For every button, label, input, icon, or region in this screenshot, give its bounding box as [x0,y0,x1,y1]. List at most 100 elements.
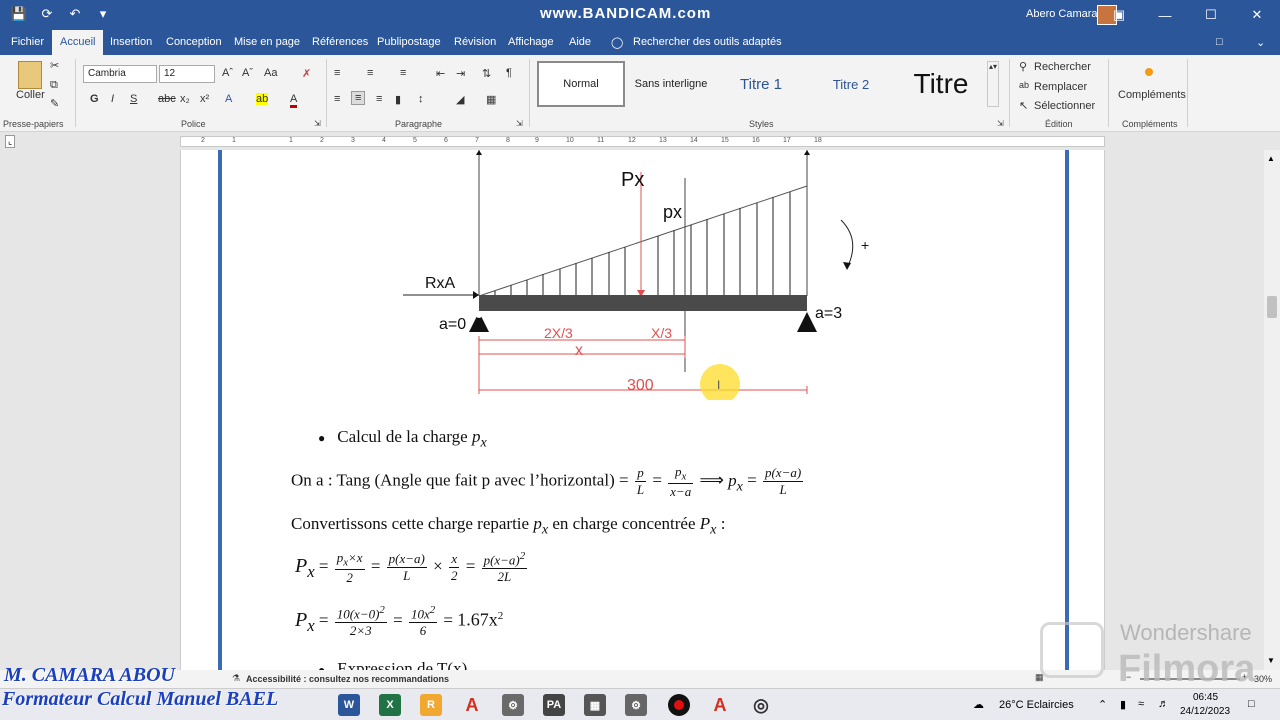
tab-references[interactable]: Références [312,36,368,48]
style-titre-1[interactable]: Titre 1 [717,61,805,107]
word-taskbar-icon[interactable]: W [338,694,360,716]
align-right-icon[interactable]: ≡ [376,93,382,105]
tab-accueil[interactable]: Accueil [52,30,104,55]
style-titre-2[interactable]: Titre 2 [807,61,895,107]
clock-date[interactable]: 24/12/2023 [1180,706,1230,717]
styles-dialog-launcher-icon[interactable]: ⇲ [997,119,1004,128]
font-name-combo[interactable]: Cambria [83,65,157,83]
font-dialog-launcher-icon[interactable]: ⇲ [314,119,321,128]
find-button[interactable]: Rechercher [1034,61,1091,73]
styles-scroll-icon[interactable]: ▴▾ [987,61,999,107]
select-button[interactable]: Sélectionner [1034,100,1095,112]
tab-fichier[interactable]: Fichier [11,36,44,48]
vertical-scrollbar[interactable]: ▲ ▼ [1264,150,1280,670]
shrink-font-icon[interactable]: Aˇ [242,67,253,79]
replace-button[interactable]: Remplacer [1034,81,1087,93]
shading-icon[interactable]: ◢ [456,93,464,106]
horizontal-ruler[interactable]: ⌞ 2 1 1 2 3 4 5 6 7 8 9 10 11 12 13 14 1… [0,132,1280,150]
minimize-icon[interactable]: — [1142,0,1188,30]
style-titre[interactable]: Titre [897,61,985,107]
select-icon[interactable]: ↖ [1019,99,1028,112]
replace-icon[interactable]: ab [1019,80,1029,90]
format-painter-icon[interactable]: ✎ [50,97,59,110]
grow-font-icon[interactable]: Aˆ [222,67,233,79]
app-r-taskbar-icon[interactable]: R [420,694,442,716]
customize-qat-icon[interactable]: ▾ [94,6,112,22]
scroll-down-icon[interactable]: ▼ [1267,656,1275,665]
save-icon[interactable]: 💾 [10,6,28,22]
scroll-up-icon[interactable]: ▲ [1267,154,1275,163]
clock-time[interactable]: 06:45 [1193,692,1218,703]
tab-mise-en-page[interactable]: Mise en page [234,36,300,48]
tab-conception[interactable]: Conception [166,36,222,48]
close-icon[interactable]: ✕ [1234,0,1280,30]
maximize-icon[interactable]: ☐ [1188,0,1234,30]
italic-icon[interactable]: I [111,93,114,105]
search-tools-field[interactable]: Rechercher des outils adaptés [633,36,782,48]
autocad2-taskbar-icon[interactable]: A [709,694,731,716]
style-sans-interligne[interactable]: Sans interligne [627,61,715,107]
volume-icon[interactable]: ♬ [1158,698,1169,710]
align-center-icon[interactable]: ≡ [351,91,366,105]
tab-stop-selector-icon[interactable]: ⌞ [5,135,16,148]
circle-app-taskbar-icon[interactable]: ◎ [750,694,772,716]
copy-icon[interactable]: ⧉ [50,79,58,92]
accessibility-status[interactable]: Accessibilité : consultez nos recommanda… [246,674,449,684]
bold-icon[interactable]: G [90,93,99,105]
line-spacing-icon[interactable]: ↕ [418,93,424,105]
ribbon-display-icon[interactable]: ▣ [1096,0,1142,30]
numbering-icon[interactable]: ≡ [367,67,373,79]
text-effects-icon[interactable]: A [225,93,232,105]
font-size-combo[interactable]: 12 [159,65,215,83]
autocad-taskbar-icon[interactable]: A [461,694,483,716]
paragraph-dialog-launcher-icon[interactable]: ⇲ [516,119,523,128]
tab-affichage[interactable]: Affichage [508,36,554,48]
font-color-icon[interactable]: A [290,93,298,108]
multilevel-list-icon[interactable]: ≡ [400,67,406,79]
decrease-indent-icon[interactable]: ⇤ [436,67,445,80]
strikethrough-icon[interactable]: abc [158,93,176,105]
zoom-level[interactable]: 30% [1254,674,1272,684]
tab-revision[interactable]: Révision [454,36,496,48]
highlight-icon[interactable]: ab [256,93,269,105]
comments-icon[interactable]: □ [1216,36,1223,48]
battery-icon[interactable]: ▮ [1120,698,1126,711]
scroll-thumb[interactable] [1267,296,1277,318]
tab-aide[interactable]: Aide [569,36,591,48]
clear-format-icon[interactable]: ✗ [302,67,311,80]
tab-publipostage[interactable]: Publipostage [377,36,441,48]
style-normal[interactable]: Normal [537,61,625,107]
document-page[interactable]: I Px px RxA a=0 a=3 2X/3 X/3 x 300 + ● Ca… [180,150,1105,670]
settings-taskbar-icon[interactable]: ⚙ [625,694,647,716]
show-marks-icon[interactable]: ¶ [506,67,512,79]
pa-taskbar-icon[interactable]: PA [543,694,565,716]
find-icon[interactable]: ⚲ [1019,60,1027,73]
justify-icon[interactable]: ▮ [395,93,401,106]
collapse-icon[interactable]: ⌄ [1256,36,1265,49]
underline-icon[interactable]: S [130,93,137,105]
calculator-taskbar-icon[interactable]: ▦ [584,694,606,716]
tray-chevron-icon[interactable]: ⌃ [1098,698,1107,711]
paste-button[interactable]: Coller [16,89,45,101]
bullets-icon[interactable]: ≡ [334,67,340,79]
excel-taskbar-icon[interactable]: X [379,694,401,716]
record-taskbar-icon[interactable] [668,694,690,716]
paste-icon[interactable] [18,61,42,89]
change-case-icon[interactable]: Aa [264,67,277,79]
sort-icon[interactable]: ⇅ [482,67,491,80]
notifications-icon[interactable]: □ [1248,698,1255,710]
wifi-icon[interactable]: ≈ [1138,698,1144,710]
autosave-icon[interactable]: ⟳ [38,6,56,22]
subscript-icon[interactable]: x₂ [180,93,190,105]
increase-indent-icon[interactable]: ⇥ [456,67,465,80]
addins-icon[interactable] [1145,68,1153,76]
tool-taskbar-icon[interactable]: ⚙ [502,694,524,716]
align-left-icon[interactable]: ≡ [334,93,340,105]
user-name[interactable]: Abero Camara [1026,8,1098,20]
superscript-icon[interactable]: x² [200,93,209,105]
borders-icon[interactable]: ▦ [486,93,496,106]
accessibility-icon[interactable]: ⚗ [232,673,240,684]
weather-status[interactable]: 26°C Eclaircies [999,699,1074,711]
addins-button[interactable]: Compléments [1118,89,1186,101]
tab-insertion[interactable]: Insertion [110,36,152,48]
